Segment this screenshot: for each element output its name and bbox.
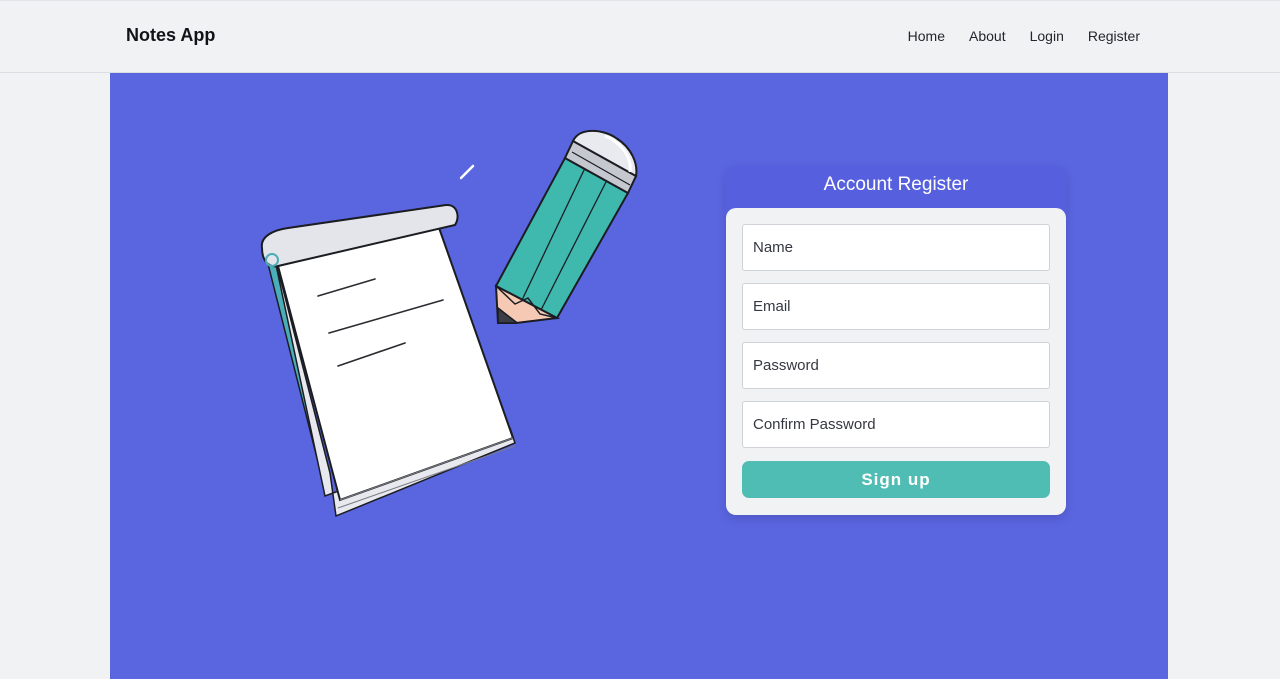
pencil-icon <box>494 129 638 324</box>
nav-links: Home About Login Register <box>908 28 1140 44</box>
notebook-pencil-illustration <box>260 129 638 518</box>
nav-link-home[interactable]: Home <box>908 28 945 44</box>
nav-link-about[interactable]: About <box>969 28 1006 44</box>
nav-link-login[interactable]: Login <box>1030 28 1064 44</box>
email-input[interactable] <box>742 283 1050 330</box>
navbar: Notes App Home About Login Register <box>0 0 1280 73</box>
register-form: Sign up <box>726 208 1066 515</box>
hero-section: Account Register Sign up <box>110 73 1168 679</box>
register-form-card: Account Register Sign up <box>726 165 1066 515</box>
notebook-icon <box>260 203 516 518</box>
form-title: Account Register <box>823 174 969 195</box>
name-input[interactable] <box>742 224 1050 271</box>
sparkle-icon <box>459 164 475 180</box>
nav-link-register[interactable]: Register <box>1088 28 1140 44</box>
confirm-password-input[interactable] <box>742 401 1050 448</box>
sign-up-button[interactable]: Sign up <box>742 461 1050 498</box>
password-input[interactable] <box>742 342 1050 389</box>
brand-logo[interactable]: Notes App <box>126 25 215 46</box>
